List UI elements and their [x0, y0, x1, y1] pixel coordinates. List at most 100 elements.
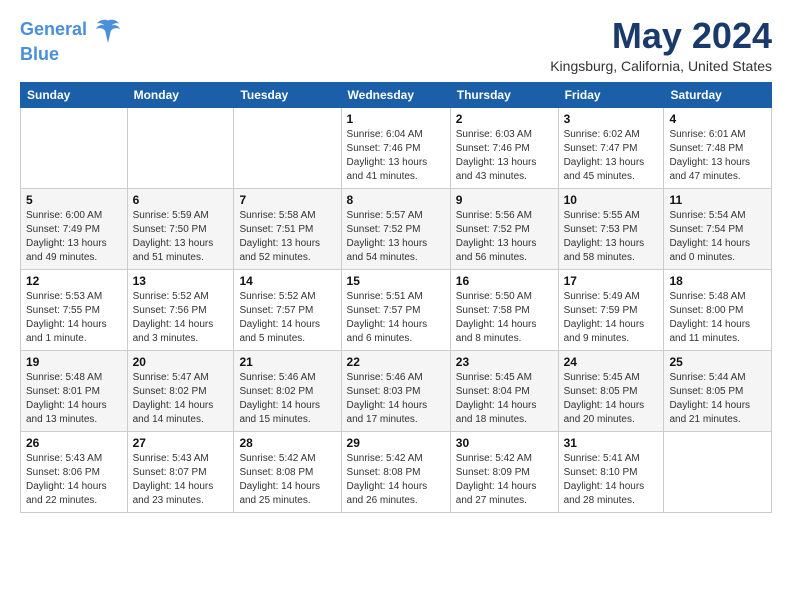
- day-info: Sunrise: 5:45 AM Sunset: 8:05 PM Dayligh…: [564, 371, 659, 427]
- calendar-cell: 8 Sunrise: 5:57 AM Sunset: 7:52 PM Daylig…: [341, 188, 450, 269]
- week-row-1: 5Sunrise: 6:00 AM Sunset: 7:49 PM Daylig…: [21, 188, 772, 269]
- week-row-0: 1 Sunrise: 6:04 AM Sunset: 7:46 PM Daylig…: [21, 107, 772, 188]
- day-number: 12: [26, 274, 122, 288]
- calendar-cell: 24 Sunrise: 5:45 AM Sunset: 8:05 PM Dayli…: [558, 350, 664, 431]
- day-info: Sunrise: 5:52 AM Sunset: 7:57 PM Dayligh…: [239, 290, 335, 346]
- calendar-cell: 27 Sunrise: 5:43 AM Sunset: 8:07 PM Dayli…: [127, 431, 234, 512]
- weekday-header-friday: Friday: [558, 82, 664, 107]
- logo-blue: Blue: [20, 44, 122, 65]
- week-row-3: 19 Sunrise: 5:48 AM Sunset: 8:01 PM Dayli…: [21, 350, 772, 431]
- calendar-cell: 11Sunrise: 5:54 AM Sunset: 7:54 PM Dayli…: [664, 188, 772, 269]
- day-number: 20: [133, 355, 229, 369]
- calendar-cell: 16 Sunrise: 5:50 AM Sunset: 7:58 PM Dayli…: [450, 269, 558, 350]
- day-number: 28: [239, 436, 335, 450]
- calendar-cell: [664, 431, 772, 512]
- weekday-header-tuesday: Tuesday: [234, 82, 341, 107]
- calendar-cell: [21, 107, 128, 188]
- day-number: 24: [564, 355, 659, 369]
- day-number: 7: [239, 193, 335, 207]
- calendar-cell: 15 Sunrise: 5:51 AM Sunset: 7:57 PM Dayli…: [341, 269, 450, 350]
- day-number: 1: [347, 112, 445, 126]
- logo-text: General: [20, 16, 122, 44]
- day-info: Sunrise: 5:42 AM Sunset: 8:08 PM Dayligh…: [347, 452, 445, 508]
- calendar-cell: 26Sunrise: 5:43 AM Sunset: 8:06 PM Dayli…: [21, 431, 128, 512]
- day-number: 14: [239, 274, 335, 288]
- day-info: Sunrise: 5:57 AM Sunset: 7:52 PM Dayligh…: [347, 209, 445, 265]
- calendar-cell: 25 Sunrise: 5:44 AM Sunset: 8:05 PM Dayli…: [664, 350, 772, 431]
- weekday-header-monday: Monday: [127, 82, 234, 107]
- logo-bird-icon: [94, 16, 122, 44]
- day-number: 23: [456, 355, 553, 369]
- day-info: Sunrise: 5:47 AM Sunset: 8:02 PM Dayligh…: [133, 371, 229, 427]
- day-info: Sunrise: 5:48 AM Sunset: 8:00 PM Dayligh…: [669, 290, 766, 346]
- calendar-cell: 13 Sunrise: 5:52 AM Sunset: 7:56 PM Dayli…: [127, 269, 234, 350]
- calendar-cell: 6Sunrise: 5:59 AM Sunset: 7:50 PM Daylig…: [127, 188, 234, 269]
- weekday-header-row: SundayMondayTuesdayWednesdayThursdayFrid…: [21, 82, 772, 107]
- weekday-header-wednesday: Wednesday: [341, 82, 450, 107]
- day-number: 13: [133, 274, 229, 288]
- calendar-cell: 31Sunrise: 5:41 AM Sunset: 8:10 PM Dayli…: [558, 431, 664, 512]
- day-info: Sunrise: 5:59 AM Sunset: 7:50 PM Dayligh…: [133, 209, 229, 265]
- day-info: Sunrise: 5:44 AM Sunset: 8:05 PM Dayligh…: [669, 371, 766, 427]
- day-info: Sunrise: 6:00 AM Sunset: 7:49 PM Dayligh…: [26, 209, 122, 265]
- calendar-cell: 10 Sunrise: 5:55 AM Sunset: 7:53 PM Dayli…: [558, 188, 664, 269]
- day-info: Sunrise: 5:55 AM Sunset: 7:53 PM Dayligh…: [564, 209, 659, 265]
- day-number: 3: [564, 112, 659, 126]
- calendar-cell: 9 Sunrise: 5:56 AM Sunset: 7:52 PM Daylig…: [450, 188, 558, 269]
- day-number: 29: [347, 436, 445, 450]
- day-info: Sunrise: 6:02 AM Sunset: 7:47 PM Dayligh…: [564, 128, 659, 184]
- day-info: Sunrise: 5:56 AM Sunset: 7:52 PM Dayligh…: [456, 209, 553, 265]
- day-number: 9: [456, 193, 553, 207]
- calendar-cell: 14 Sunrise: 5:52 AM Sunset: 7:57 PM Dayli…: [234, 269, 341, 350]
- calendar-cell: 2Sunrise: 6:03 AM Sunset: 7:46 PM Daylig…: [450, 107, 558, 188]
- day-info: Sunrise: 5:43 AM Sunset: 8:06 PM Dayligh…: [26, 452, 122, 508]
- day-info: Sunrise: 6:03 AM Sunset: 7:46 PM Dayligh…: [456, 128, 553, 184]
- calendar-cell: 19 Sunrise: 5:48 AM Sunset: 8:01 PM Dayli…: [21, 350, 128, 431]
- day-info: Sunrise: 5:53 AM Sunset: 7:55 PM Dayligh…: [26, 290, 122, 346]
- calendar: SundayMondayTuesdayWednesdayThursdayFrid…: [20, 82, 772, 513]
- day-number: 19: [26, 355, 122, 369]
- day-number: 8: [347, 193, 445, 207]
- week-row-4: 26Sunrise: 5:43 AM Sunset: 8:06 PM Dayli…: [21, 431, 772, 512]
- weekday-header-thursday: Thursday: [450, 82, 558, 107]
- calendar-cell: 3 Sunrise: 6:02 AM Sunset: 7:47 PM Daylig…: [558, 107, 664, 188]
- day-number: 30: [456, 436, 553, 450]
- day-info: Sunrise: 5:51 AM Sunset: 7:57 PM Dayligh…: [347, 290, 445, 346]
- day-info: Sunrise: 5:41 AM Sunset: 8:10 PM Dayligh…: [564, 452, 659, 508]
- day-info: Sunrise: 5:50 AM Sunset: 7:58 PM Dayligh…: [456, 290, 553, 346]
- day-number: 27: [133, 436, 229, 450]
- weekday-header-saturday: Saturday: [664, 82, 772, 107]
- calendar-cell: 12 Sunrise: 5:53 AM Sunset: 7:55 PM Dayli…: [21, 269, 128, 350]
- day-number: 25: [669, 355, 766, 369]
- day-info: Sunrise: 5:48 AM Sunset: 8:01 PM Dayligh…: [26, 371, 122, 427]
- day-info: Sunrise: 5:52 AM Sunset: 7:56 PM Dayligh…: [133, 290, 229, 346]
- title-block: May 2024 Kingsburg, California, United S…: [550, 16, 772, 74]
- day-info: Sunrise: 5:46 AM Sunset: 8:02 PM Dayligh…: [239, 371, 335, 427]
- calendar-cell: 18 Sunrise: 5:48 AM Sunset: 8:00 PM Dayli…: [664, 269, 772, 350]
- day-info: Sunrise: 5:49 AM Sunset: 7:59 PM Dayligh…: [564, 290, 659, 346]
- day-info: Sunrise: 6:04 AM Sunset: 7:46 PM Dayligh…: [347, 128, 445, 184]
- day-info: Sunrise: 5:45 AM Sunset: 8:04 PM Dayligh…: [456, 371, 553, 427]
- calendar-cell: 22 Sunrise: 5:46 AM Sunset: 8:03 PM Dayli…: [341, 350, 450, 431]
- day-number: 21: [239, 355, 335, 369]
- weekday-header-sunday: Sunday: [21, 82, 128, 107]
- day-info: Sunrise: 6:01 AM Sunset: 7:48 PM Dayligh…: [669, 128, 766, 184]
- calendar-cell: 17Sunrise: 5:49 AM Sunset: 7:59 PM Dayli…: [558, 269, 664, 350]
- calendar-cell: 5Sunrise: 6:00 AM Sunset: 7:49 PM Daylig…: [21, 188, 128, 269]
- day-info: Sunrise: 5:42 AM Sunset: 8:09 PM Dayligh…: [456, 452, 553, 508]
- day-number: 22: [347, 355, 445, 369]
- logo: General Blue: [20, 16, 122, 65]
- calendar-cell: 20 Sunrise: 5:47 AM Sunset: 8:02 PM Dayli…: [127, 350, 234, 431]
- day-number: 4: [669, 112, 766, 126]
- day-number: 18: [669, 274, 766, 288]
- day-info: Sunrise: 5:46 AM Sunset: 8:03 PM Dayligh…: [347, 371, 445, 427]
- calendar-cell: 1 Sunrise: 6:04 AM Sunset: 7:46 PM Daylig…: [341, 107, 450, 188]
- day-number: 15: [347, 274, 445, 288]
- day-number: 16: [456, 274, 553, 288]
- day-number: 11: [669, 193, 766, 207]
- day-number: 10: [564, 193, 659, 207]
- day-info: Sunrise: 5:43 AM Sunset: 8:07 PM Dayligh…: [133, 452, 229, 508]
- calendar-cell: 21 Sunrise: 5:46 AM Sunset: 8:02 PM Dayli…: [234, 350, 341, 431]
- calendar-cell: 7Sunrise: 5:58 AM Sunset: 7:51 PM Daylig…: [234, 188, 341, 269]
- week-row-2: 12 Sunrise: 5:53 AM Sunset: 7:55 PM Dayli…: [21, 269, 772, 350]
